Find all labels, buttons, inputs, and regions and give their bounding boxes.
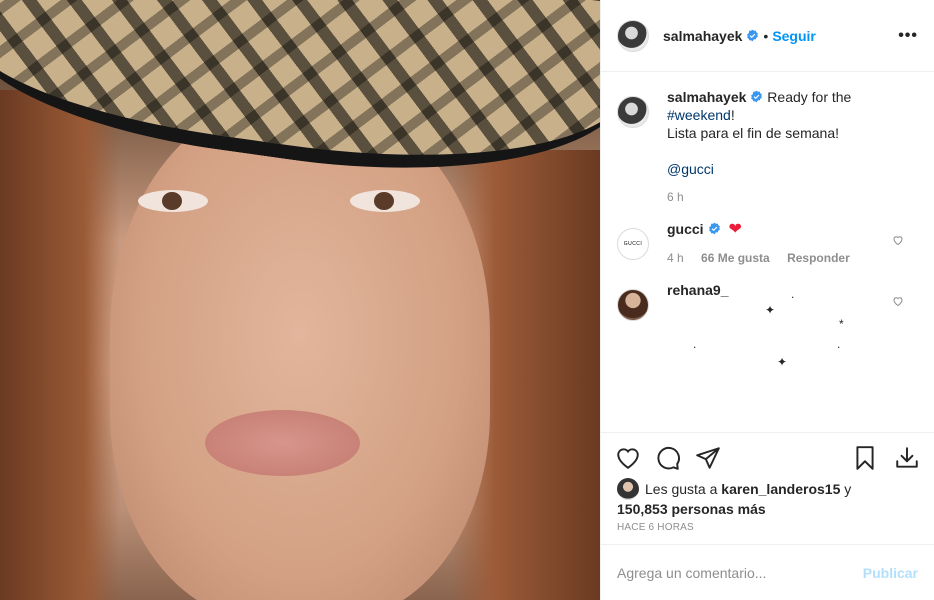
post-photo[interactable] (0, 0, 600, 600)
post-side-panel: salmahayek • Seguir ••• salmahayek Ready… (600, 0, 934, 600)
comment-text: gucci ❤ (667, 220, 918, 239)
header-separator: • (763, 27, 769, 44)
add-comment-bar: Publicar (601, 544, 934, 600)
commenter-username[interactable]: rehana9_ (667, 282, 728, 298)
follow-button[interactable]: Seguir (772, 28, 816, 44)
author-avatar[interactable] (617, 19, 649, 52)
commenter-avatar[interactable]: GUCCI (617, 228, 649, 260)
caption-item: salmahayek Ready for the #weekend! Lista… (617, 88, 918, 204)
star-2: . (791, 287, 795, 301)
post-header: salmahayek • Seguir ••• (601, 0, 934, 72)
comment-input[interactable] (617, 564, 863, 581)
caption-time[interactable]: 6 h (667, 190, 684, 204)
caption-author-avatar[interactable] (617, 96, 649, 128)
likes-prefix: Les gusta a (645, 481, 718, 497)
photo-face (110, 100, 490, 600)
photo-eye-left (138, 190, 208, 212)
photo-hair-left (0, 90, 120, 600)
comment-likes[interactable]: 66 Me gusta (701, 251, 770, 265)
heart-icon[interactable] (615, 445, 641, 471)
commenter-username[interactable]: gucci (667, 221, 704, 237)
download-icon[interactable] (894, 445, 920, 471)
comments-list[interactable]: salmahayek Ready for the #weekend! Lista… (601, 72, 934, 432)
caption-exclaim: ! (730, 107, 735, 123)
star-5: . (837, 337, 841, 351)
likes-summary[interactable]: Les gusta a karen_landeros15 y 150,853 p… (617, 478, 918, 519)
comment-item: GUCCI gucci ❤ 4 h 66 Me gusta Responder (617, 220, 918, 265)
mention-link[interactable]: @gucci (667, 161, 714, 177)
hashtag-link[interactable]: #weekend (667, 107, 731, 123)
author-username[interactable]: salmahayek (663, 28, 742, 44)
red-heart-emoji: ❤ (728, 221, 742, 238)
action-bar (601, 432, 934, 482)
bookmark-icon[interactable] (852, 445, 878, 471)
gucci-avatar-text: GUCCI (623, 241, 643, 247)
star-1: ✦ (765, 303, 776, 317)
liker-username[interactable]: karen_landeros15 (721, 481, 840, 497)
verified-badge-icon (708, 222, 720, 235)
more-options-button[interactable]: ••• (898, 27, 918, 45)
comment-item: rehana9_ ✦ . * . . ✦ (617, 281, 918, 391)
star-6: ✦ (777, 355, 788, 369)
share-icon[interactable] (695, 445, 721, 471)
photo-eye-right (350, 190, 420, 212)
small-heart-icon[interactable] (892, 295, 904, 307)
post-timestamp[interactable]: HACE 6 HORAS (617, 522, 694, 533)
star-4: . (693, 337, 697, 351)
comment-star-content: ✦ . * . . ✦ (667, 287, 918, 391)
caption-line-1: Ready for the (767, 89, 852, 105)
caption-text: salmahayek Ready for the #weekend! Lista… (667, 88, 918, 178)
small-heart-icon[interactable] (892, 234, 904, 246)
verified-badge-icon (751, 90, 763, 103)
verified-badge-icon (747, 29, 759, 42)
likes-conj: y (844, 481, 852, 497)
commenter-avatar[interactable] (617, 289, 649, 321)
star-3: * (839, 317, 844, 331)
caption-line-2: Lista para el fin de semana! (667, 125, 839, 141)
caption-meta: 6 h (667, 190, 918, 204)
post-comment-button[interactable]: Publicar (863, 565, 918, 581)
comment-meta: 4 h 66 Me gusta Responder (667, 251, 918, 265)
comment-icon[interactable] (655, 445, 681, 471)
photo-lips (205, 410, 360, 476)
liker-avatar[interactable] (617, 478, 639, 500)
comment-time[interactable]: 4 h (667, 251, 684, 265)
reply-button[interactable]: Responder (787, 251, 850, 265)
caption-author-username[interactable]: salmahayek (667, 89, 746, 105)
likes-count[interactable]: 150,853 personas más (617, 501, 766, 517)
